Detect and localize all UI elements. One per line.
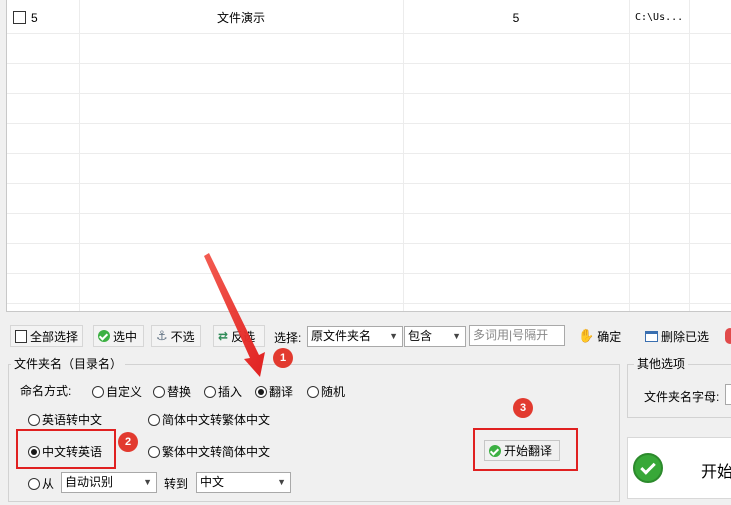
mode-radio-translate[interactable]: 翻译 <box>255 383 293 400</box>
table-row[interactable]: 5 文件演示 5 C:\Us... <box>7 3 731 33</box>
naming-mode-label: 命名方式: <box>20 384 72 398</box>
other-options-title: 其他选项 <box>634 357 689 371</box>
file-list-grid[interactable]: 5 文件演示 5 C:\Us... <box>6 0 731 312</box>
invert-button-label: 反选 <box>231 329 256 344</box>
translate-radio-simp-to-trad[interactable]: 简体中文转繁体中文 <box>148 411 270 428</box>
mode-label: 翻译 <box>269 385 294 399</box>
highlight-box-zh-to-en <box>16 429 116 469</box>
target-language-select[interactable]: 中文 ▼ <box>196 472 291 493</box>
choose-field-select[interactable]: 原文件夹名 ▼ <box>307 326 403 347</box>
mode-label: 自定义 <box>106 385 143 399</box>
chevron-down-icon: ▼ <box>277 477 286 487</box>
deselect-button[interactable]: ⚓ 不选 <box>151 325 201 347</box>
translate-option-label: 繁体中文转简体中文 <box>162 445 271 459</box>
chevron-down-icon: ▼ <box>452 331 461 341</box>
row-checkbox[interactable] <box>13 11 26 24</box>
close-icon[interactable] <box>725 328 731 344</box>
mode-label: 替换 <box>167 385 192 399</box>
select-button[interactable]: 选中 <box>93 325 144 347</box>
shuffle-icon: ⇄ <box>218 329 229 343</box>
radio-circle <box>255 385 267 398</box>
translate-option-label: 简体中文转繁体中文 <box>162 413 271 427</box>
row-count: 5 <box>512 11 520 25</box>
mode-radio-insert[interactable]: 插入 <box>204 383 242 400</box>
step-badge-3: 3 <box>513 398 533 418</box>
mode-radio-custom[interactable]: 自定义 <box>92 383 142 400</box>
translate-radio-trad-to-simp[interactable]: 繁体中文转简体中文 <box>148 443 270 460</box>
keyword-placeholder: 多词用|号隔开 <box>473 328 549 342</box>
checkbox-box <box>15 329 27 343</box>
row-index: 5 <box>31 11 38 25</box>
confirm-button[interactable]: ✋ 确定 <box>573 325 629 347</box>
radio-circle <box>28 477 40 490</box>
chevron-down-icon: ▼ <box>143 477 152 487</box>
to-label: 转到 <box>164 477 189 491</box>
from-label: 从 <box>42 477 55 491</box>
mode-radio-random[interactable]: 随机 <box>307 383 345 400</box>
step-badge-2: 2 <box>118 432 138 452</box>
translate-radio-en-to-zh[interactable]: 英语转中文 <box>28 411 102 428</box>
folder-letter-select[interactable] <box>725 384 731 405</box>
chevron-down-icon: ▼ <box>389 331 398 341</box>
folder-name-group-title: 文件夹名（目录名） <box>11 357 126 371</box>
select-button-label: 选中 <box>113 329 138 344</box>
radio-circle <box>307 385 319 398</box>
mode-label: 随机 <box>321 385 346 399</box>
radio-circle <box>148 445 160 458</box>
choose-label: 选择: <box>274 331 302 345</box>
folder-letter-label: 文件夹名字母: <box>644 390 720 404</box>
mode-label: 插入 <box>218 385 243 399</box>
choose-field-value: 原文件夹名 <box>311 329 372 343</box>
highlight-box-start-translate <box>473 428 578 471</box>
big-start-button[interactable]: 开始 <box>627 437 731 499</box>
source-language-value: 自动识别 <box>65 475 114 489</box>
anchor-icon: ⚓ <box>156 328 168 343</box>
radio-circle <box>28 413 40 426</box>
step-badge-1: 1 <box>273 348 293 368</box>
keyword-input[interactable]: 多词用|号隔开 <box>469 325 565 346</box>
radio-circle <box>153 385 165 398</box>
translate-option-label: 英语转中文 <box>42 413 103 427</box>
hand-icon: ✋ <box>578 328 595 343</box>
invert-button[interactable]: ⇄ 反选 <box>213 325 265 347</box>
check-circle-icon <box>98 330 110 342</box>
source-language-select[interactable]: 自动识别 ▼ <box>61 472 157 493</box>
delete-selected-label: 删除已选 <box>661 329 710 344</box>
radio-circle <box>204 385 216 398</box>
select-all-label: 全部选择 <box>29 329 78 344</box>
confirm-button-label: 确定 <box>597 329 622 344</box>
check-circle-icon <box>633 453 663 483</box>
translate-radio-from[interactable]: 从 <box>28 475 54 492</box>
target-language-value: 中文 <box>200 475 225 489</box>
match-mode-value: 包含 <box>408 329 433 343</box>
radio-circle <box>92 385 104 398</box>
select-all-checkbox[interactable]: 全部选择 <box>10 325 83 347</box>
delete-selected-button[interactable]: 删除已选 <box>640 325 720 347</box>
radio-circle <box>148 413 160 426</box>
row-folder-name: 文件演示 <box>216 11 265 25</box>
big-start-label: 开始 <box>701 464 731 481</box>
deselect-button-label: 不选 <box>170 329 195 344</box>
match-mode-select[interactable]: 包含 ▼ <box>404 326 466 347</box>
mode-radio-replace[interactable]: 替换 <box>153 383 191 400</box>
row-path: C:\Us... <box>635 12 684 23</box>
window-icon <box>645 330 658 342</box>
